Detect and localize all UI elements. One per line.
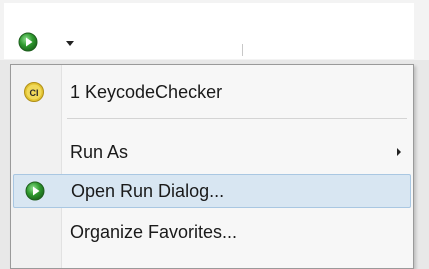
run-icon — [25, 181, 45, 201]
toolbar-divider — [242, 44, 243, 56]
run-icon — [18, 32, 38, 52]
menu-separator — [67, 118, 407, 119]
menu-item-label: Open Run Dialog... — [71, 180, 225, 201]
screen: CI 1 KeycodeChecker Run As Open Run Dial… — [0, 0, 429, 269]
java-class-icon-text: CI — [30, 88, 39, 98]
submenu-arrow-icon — [397, 148, 401, 156]
menu-item-label: 1 KeycodeChecker — [70, 81, 223, 102]
menu-item-organize-favorites[interactable]: Organize Favorites... — [13, 215, 411, 249]
menu-item-open-run-dialog[interactable]: Open Run Dialog... — [13, 174, 411, 208]
menu-item-label: Organize Favorites... — [70, 221, 238, 242]
menu-item-run-as[interactable]: Run As — [13, 135, 411, 169]
chevron-down-icon[interactable] — [64, 38, 76, 48]
menu-item-label: Run As — [70, 141, 129, 162]
run-dropdown-menu: CI 1 KeycodeChecker Run As Open Run Dial… — [10, 64, 414, 269]
menu-item-keycodechecker[interactable]: CI 1 KeycodeChecker — [13, 75, 411, 109]
java-class-icon: CI — [24, 82, 44, 102]
run-button[interactable] — [14, 28, 42, 56]
toolbar — [0, 0, 429, 60]
